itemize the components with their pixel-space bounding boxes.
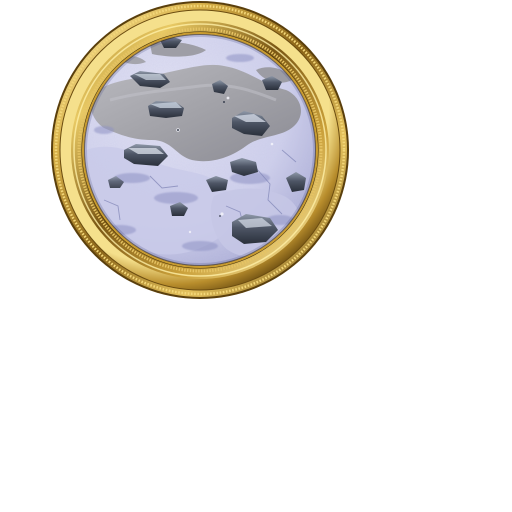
game-canvas (0, 0, 512, 512)
round-frame-sprite (51, 1, 349, 299)
